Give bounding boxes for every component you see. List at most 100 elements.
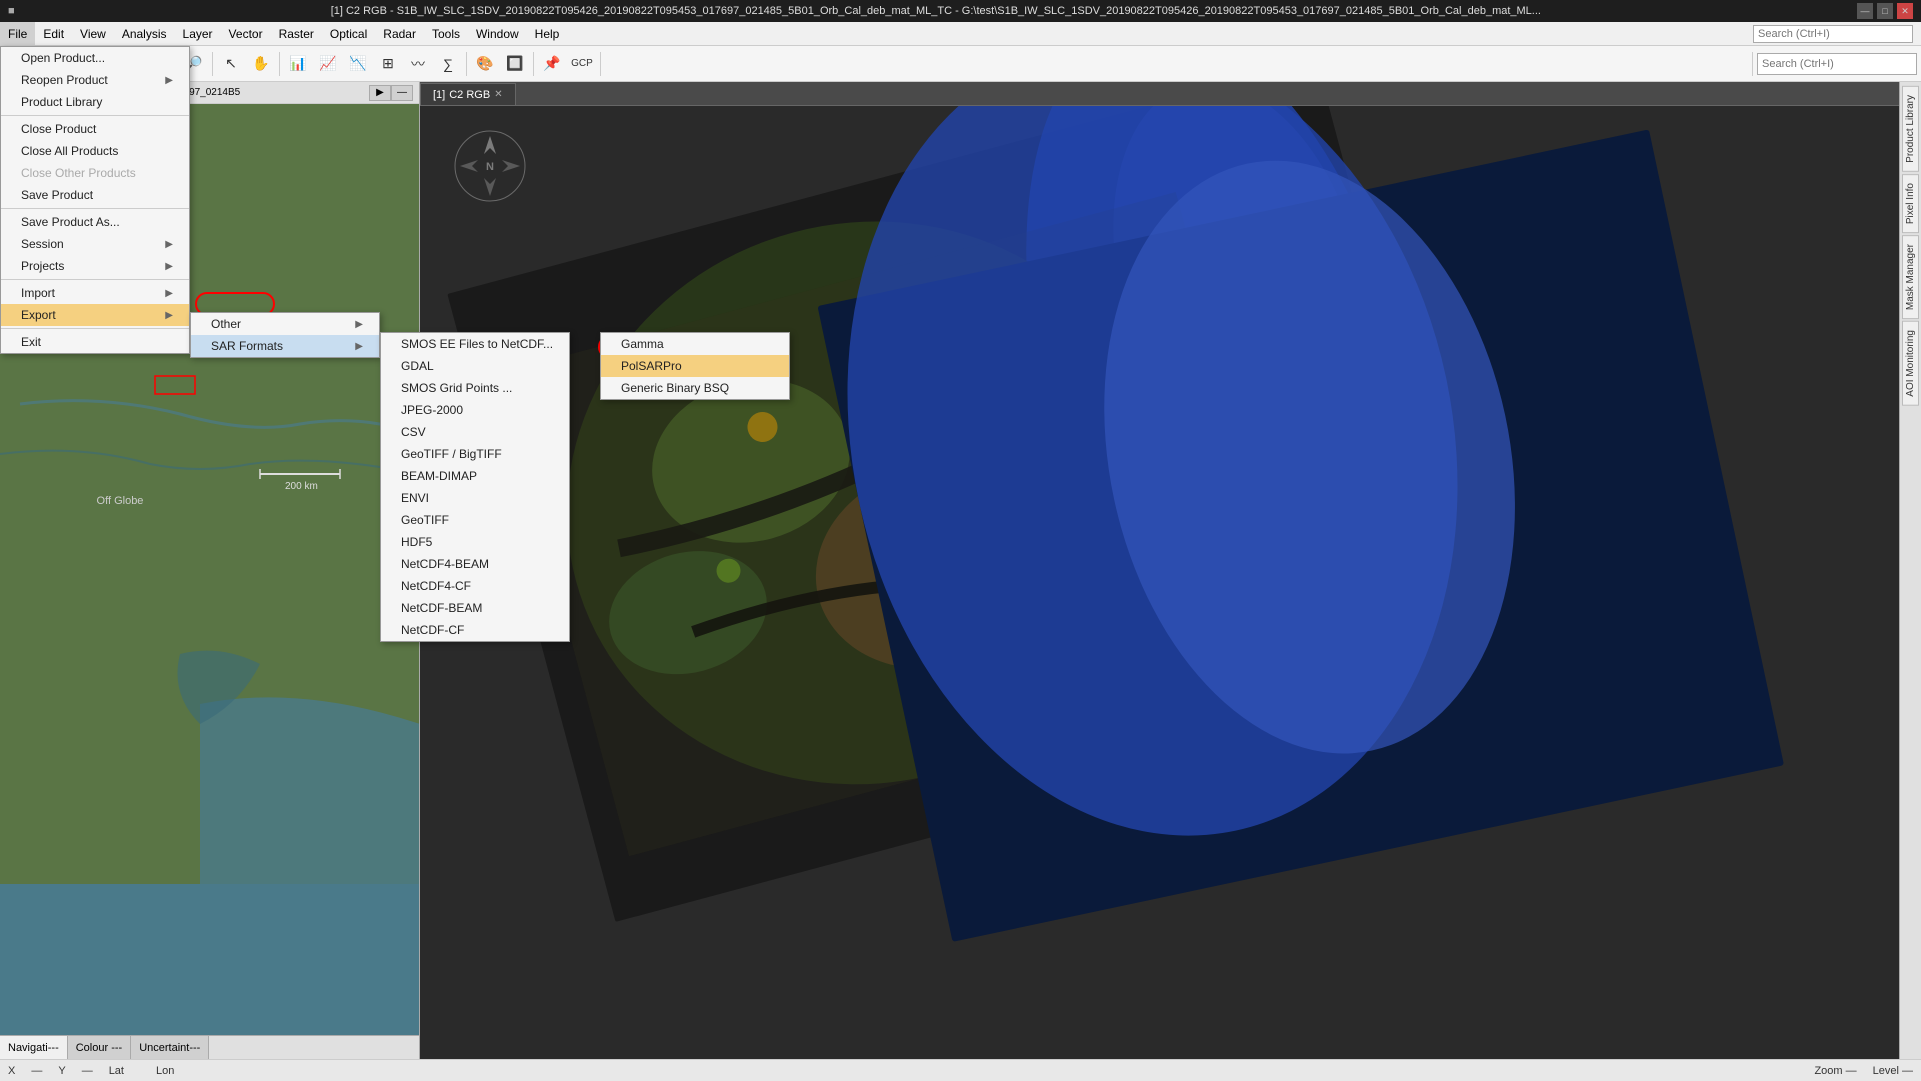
status-y-value: — — [82, 1065, 93, 1077]
sar-inner-generic-binary-bsq[interactable]: Generic Binary BSQ — [601, 377, 789, 399]
spectrum-btn[interactable]: 📈 — [314, 50, 342, 78]
file-menu-close-other: Close Other Products — [1, 162, 189, 184]
sar-list-netcdf-beam[interactable]: NetCDF-BEAM — [381, 597, 569, 619]
left-tab-navigati---[interactable]: Navigati--- — [0, 1036, 68, 1059]
sar-image-svg — [420, 106, 1899, 1059]
window-controls: — □ ✕ — [1857, 3, 1913, 19]
maximize-btn[interactable]: □ — [1877, 3, 1893, 19]
toolbar: S1040f 📂 💾 🔍 🔎 ↖ ✋ 📊 📈 📉 ⊞ 〰 ∑ 🎨 🔲 📌 GCP — [0, 46, 1921, 82]
sidebar-label-mask-manager[interactable]: Mask Manager — [1902, 235, 1919, 319]
tab-close-btn[interactable]: ✕ — [494, 89, 502, 100]
sar-list-netcdf-cf[interactable]: NetCDF-CF — [381, 619, 569, 641]
menu-item-analysis[interactable]: Analysis — [114, 22, 175, 45]
colour-manip-btn[interactable]: 🎨 — [471, 50, 499, 78]
sidebar-label-aoi-monitoring[interactable]: AOI Monitoring — [1902, 321, 1919, 406]
menu-item-raster[interactable]: Raster — [271, 22, 322, 45]
svg-text:N: N — [486, 161, 494, 173]
status-x-value: — — [31, 1065, 42, 1077]
menu-item-edit[interactable]: Edit — [35, 22, 72, 45]
status-bar: X — Y — Lat Lon Zoom — Level — — [0, 1059, 1921, 1081]
statistics-btn[interactable]: ∑ — [434, 50, 462, 78]
app-icon: ■ — [8, 5, 15, 17]
file-menu-open-product[interactable]: Open Product... — [1, 47, 189, 69]
sar-list-jpeg2000[interactable]: JPEG-2000 — [381, 399, 569, 421]
center-panel: [1] C2 RGB ✕ — [420, 82, 1899, 1059]
svg-text:200 km: 200 km — [285, 481, 318, 492]
menu-bar: FileEditViewAnalysisLayerVectorRasterOpt… — [0, 22, 1921, 46]
status-lon-label: Lon — [156, 1065, 174, 1077]
sar-list: SMOS EE Files to NetCDF...GDALSMOS Grid … — [380, 332, 570, 642]
sar-inner-polsarpro[interactable]: PolSARPro — [601, 355, 789, 377]
sar-inner: GammaPolSARProGeneric Binary BSQ — [600, 332, 790, 400]
scroll-right-btn[interactable]: ▶ — [369, 85, 391, 101]
sar-list-smos-ee[interactable]: SMOS EE Files to NetCDF... — [381, 333, 569, 355]
menu-item-tools[interactable]: Tools — [424, 22, 468, 45]
gcp-btn[interactable]: GCP — [568, 50, 596, 78]
sar-list-envi[interactable]: ENVI — [381, 487, 569, 509]
close-btn[interactable]: ✕ — [1897, 3, 1913, 19]
menu-item-help[interactable]: Help — [527, 22, 568, 45]
file-menu-product-library[interactable]: Product Library — [1, 91, 189, 113]
status-zoom: Zoom — — [1814, 1065, 1856, 1077]
file-menu-session[interactable]: Session▶ — [1, 233, 189, 255]
sar-list-netcdf4-cf[interactable]: NetCDF4-CF — [381, 575, 569, 597]
menu-item-layer[interactable]: Layer — [175, 22, 221, 45]
export-item-sar-formats[interactable]: SAR Formats▶ — [191, 335, 379, 357]
file-menu-close-all[interactable]: Close All Products — [1, 140, 189, 162]
mask-btn[interactable]: 🔲 — [501, 50, 529, 78]
scatter-btn[interactable]: ⊞ — [374, 50, 402, 78]
search-input[interactable] — [1757, 53, 1917, 75]
center-tab-c2-rgb[interactable]: [1] C2 RGB ✕ — [420, 83, 516, 105]
file-menu-import[interactable]: Import▶ — [1, 282, 189, 304]
sar-list-hdf5[interactable]: HDF5 — [381, 531, 569, 553]
export-item-other[interactable]: Other▶ — [191, 313, 379, 335]
left-tab-colour----[interactable]: Colour --- — [68, 1036, 131, 1059]
export-submenu: Other▶SAR Formats▶ — [190, 312, 380, 358]
main-layout: ◀ 1822T095426_20190822T095453_017697_021… — [0, 82, 1921, 1059]
status-y-label: Y — [58, 1065, 65, 1077]
sidebar-label-pixel-info[interactable]: Pixel Info — [1902, 174, 1919, 233]
sar-list-netcdf4-beam[interactable]: NetCDF4-BEAM — [381, 553, 569, 575]
histogram-btn[interactable]: 📉 — [344, 50, 372, 78]
menu-item-optical[interactable]: Optical — [322, 22, 375, 45]
sar-list-geotiff-big[interactable]: GeoTIFF / BigTIFF — [381, 443, 569, 465]
menu-item-file[interactable]: File — [0, 22, 35, 45]
sar-list-smos-grid[interactable]: SMOS Grid Points ... — [381, 377, 569, 399]
file-menu: Open Product...Reopen Product▶Product Li… — [0, 46, 190, 354]
menu-search-input[interactable] — [1753, 25, 1913, 43]
file-menu-reopen-product[interactable]: Reopen Product▶ — [1, 69, 189, 91]
minimize-panel-btn[interactable]: — — [391, 85, 413, 101]
file-menu-projects[interactable]: Projects▶ — [1, 255, 189, 277]
select-btn[interactable]: ↖ — [217, 50, 245, 78]
left-tabs: Navigati---Colour ---Uncertaint--- — [0, 1035, 419, 1059]
left-tab-uncertaint---[interactable]: Uncertaint--- — [131, 1036, 209, 1059]
sar-inner-gamma[interactable]: Gamma — [601, 333, 789, 355]
band-select-btn[interactable]: 📊 — [284, 50, 312, 78]
image-view[interactable]: N — [420, 106, 1899, 1059]
file-menu-exit[interactable]: Exit — [1, 331, 189, 353]
minimize-btn[interactable]: — — [1857, 3, 1873, 19]
tab-number: [1] — [433, 89, 445, 101]
menu-item-vector[interactable]: Vector — [221, 22, 271, 45]
center-tabs: [1] C2 RGB ✕ — [420, 82, 1899, 106]
status-level: Level — — [1873, 1065, 1913, 1077]
file-menu-close-product[interactable]: Close Product — [1, 118, 189, 140]
profile-btn[interactable]: 〰 — [404, 50, 432, 78]
file-menu-save-product[interactable]: Save Product — [1, 184, 189, 206]
file-menu-export[interactable]: Export▶ — [1, 304, 189, 326]
sidebar-label-product-library[interactable]: Product Library — [1902, 86, 1919, 172]
sar-list-beam-dimap[interactable]: BEAM-DIMAP — [381, 465, 569, 487]
pan-btn[interactable]: ✋ — [247, 50, 275, 78]
pin-btn[interactable]: 📌 — [538, 50, 566, 78]
file-menu-save-product-as[interactable]: Save Product As... — [1, 211, 189, 233]
status-x-label: X — [8, 1065, 15, 1077]
menu-item-view[interactable]: View — [72, 22, 114, 45]
tab-label: C2 RGB — [449, 89, 490, 101]
sar-list-geotiff[interactable]: GeoTIFF — [381, 509, 569, 531]
svg-text:Off Globe: Off Globe — [97, 495, 144, 507]
sar-list-csv[interactable]: CSV — [381, 421, 569, 443]
menu-item-window[interactable]: Window — [468, 22, 527, 45]
sar-list-gdal[interactable]: GDAL — [381, 355, 569, 377]
menu-item-radar[interactable]: Radar — [375, 22, 424, 45]
status-lat-label: Lat — [109, 1065, 124, 1077]
